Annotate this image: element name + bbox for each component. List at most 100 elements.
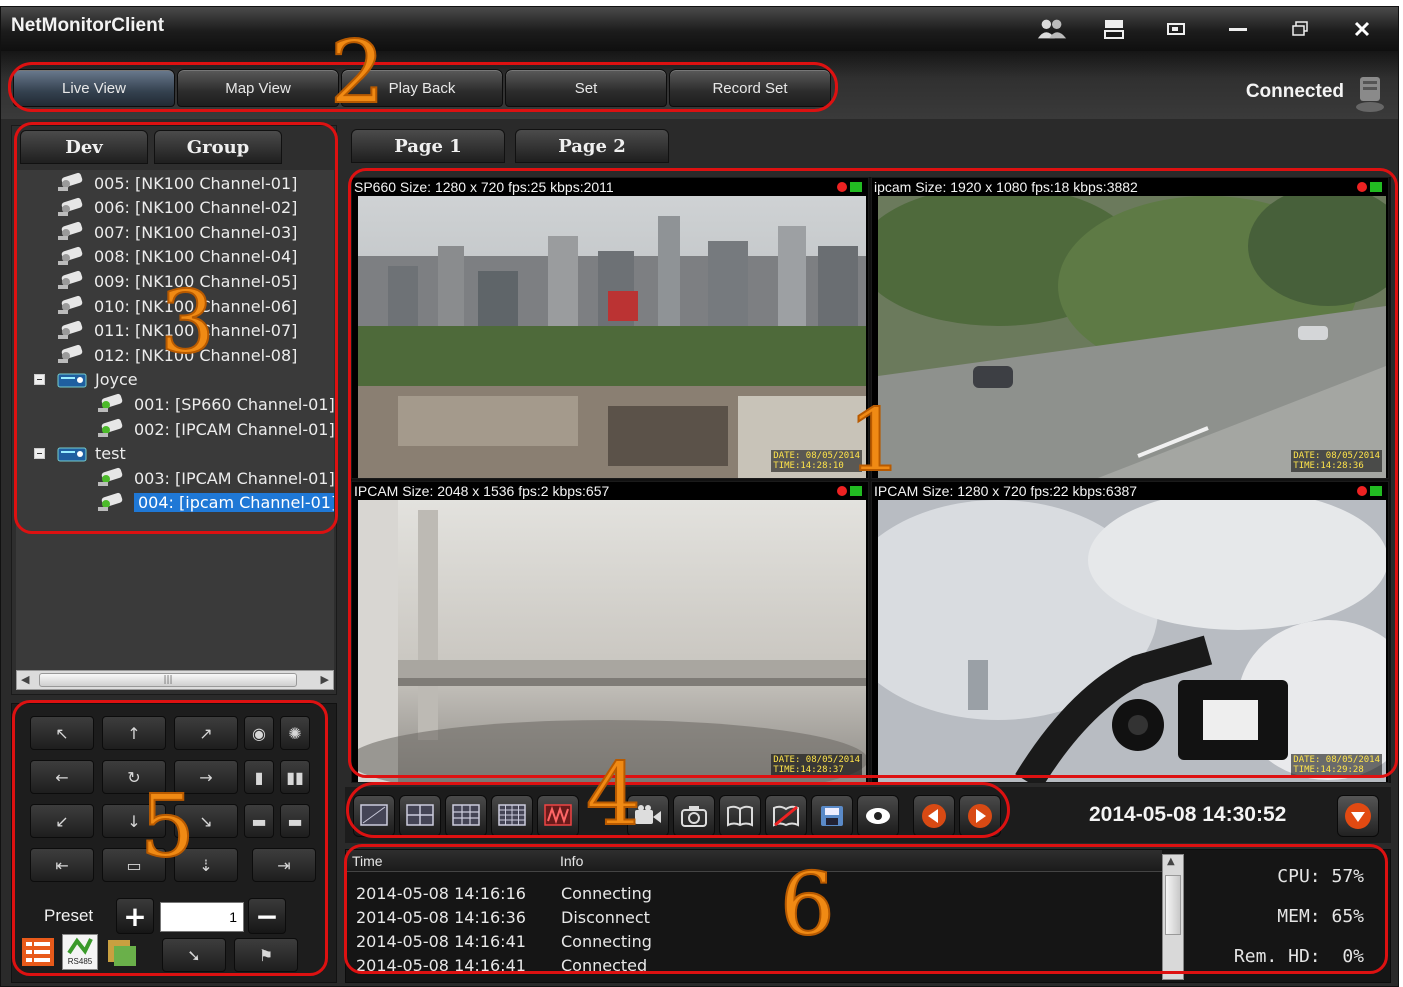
tree-group-joyce[interactable]: Joyce (34, 368, 138, 392)
tree-item-camera[interactable]: 002: [IPCAM Channel-01] (96, 417, 334, 441)
snapshot-icon[interactable] (673, 795, 715, 837)
log-scroll-thumb[interactable] (1165, 875, 1181, 935)
restore-small-icon[interactable] (1160, 17, 1192, 41)
pan-down-right-button[interactable]: ↘ (174, 804, 238, 838)
book-off-icon[interactable] (765, 795, 807, 837)
preset-set-button[interactable]: ▭ (102, 848, 166, 882)
record-icon[interactable] (627, 795, 669, 837)
next-icon[interactable] (959, 795, 1001, 837)
scroll-left-icon[interactable]: ◀ (21, 673, 29, 686)
ptz-config-icon[interactable] (104, 934, 140, 970)
tree-item-label: 005: [NK100 Channel-01] (94, 173, 298, 193)
tree-item-label: 006: [NK100 Channel-02] (94, 198, 298, 218)
preset-goto-button[interactable]: ⇤ (30, 848, 94, 882)
column-info[interactable]: Info (560, 853, 583, 869)
users-icon[interactable] (1036, 17, 1068, 41)
tab-set[interactable]: Set (505, 69, 667, 107)
pan-up-left-button[interactable]: ↖ (30, 716, 94, 750)
tree-horizontal-scrollbar[interactable]: ◀ ||| ▶ (16, 670, 334, 690)
tree-item-camera[interactable]: 001: [SP660 Channel-01] (96, 392, 334, 416)
track-button[interactable]: ⚑ (234, 938, 298, 972)
minimize-icon[interactable] (1222, 17, 1254, 41)
tab-play-back[interactable]: Play Back (341, 69, 503, 107)
layout-icon[interactable] (1098, 17, 1130, 41)
log-vertical-scrollbar[interactable]: ▲ (1162, 854, 1184, 980)
list-icon[interactable] (20, 934, 56, 970)
tab-group[interactable]: Group (154, 130, 282, 164)
tab-live-view[interactable]: Live View (13, 69, 175, 107)
eye-icon[interactable] (857, 795, 899, 837)
log-row[interactable]: 2014-05-08 14:16:36 Disconnect (356, 908, 650, 927)
camera-icon (98, 492, 123, 511)
pan-up-button[interactable]: ↑ (102, 716, 166, 750)
layout-16-icon[interactable] (491, 795, 533, 837)
collapse-icon[interactable] (34, 448, 45, 460)
sequence-icon[interactable] (537, 795, 579, 837)
scroll-up-icon[interactable]: ▲ (1167, 856, 1175, 867)
tab-map-view[interactable]: Map View (177, 69, 339, 107)
dropdown-menu-button[interactable] (1337, 795, 1379, 837)
focus-far-button[interactable]: ✺ (280, 716, 310, 750)
preset-increase-button[interactable]: + (116, 898, 154, 934)
scroll-thumb[interactable]: ||| (39, 673, 297, 687)
log-row[interactable]: 2014-05-08 14:16:41 Connected (356, 956, 647, 975)
tree-item-camera[interactable]: 009: [NK100 Channel-05] (56, 269, 297, 293)
maximize-icon[interactable] (1284, 17, 1316, 41)
log-row[interactable]: 2014-05-08 14:16:41 Connecting (356, 932, 652, 951)
tree-item-camera[interactable]: 004: [ipcam Channel-01] (96, 491, 334, 515)
log-info: Connecting (561, 932, 652, 951)
scroll-right-icon[interactable]: ▶ (321, 673, 329, 686)
video-tile-3[interactable]: IPCAM Size: 2048 x 1536 fps:2 kbps:657 D… (351, 481, 869, 783)
pan-down-left-button[interactable]: ↙ (30, 804, 94, 838)
rs485-icon[interactable]: RS485 (62, 934, 98, 970)
focus-near-button[interactable]: ◉ (244, 716, 274, 750)
tree-item-camera[interactable]: 007: [NK100 Channel-03] (56, 220, 297, 244)
tree-item-camera[interactable]: 003: [IPCAM Channel-01] (96, 466, 334, 490)
current-datetime: 2014-05-08 14:30:52 (1089, 803, 1287, 826)
preset-input[interactable]: 1 (160, 902, 244, 932)
auto-rotate-button[interactable]: ↻ (102, 760, 166, 794)
close-icon[interactable] (1346, 17, 1378, 41)
collapse-icon[interactable] (34, 374, 45, 386)
pan-right-button[interactable]: → (174, 760, 238, 794)
tree-item-camera[interactable]: 006: [NK100 Channel-02] (56, 196, 297, 220)
tree-item-camera[interactable]: 005: [NK100 Channel-01] (56, 171, 297, 195)
layout-1-icon[interactable] (353, 795, 395, 837)
iris-close-button[interactable]: ▬ (244, 804, 274, 838)
save-icon[interactable] (811, 795, 853, 837)
tree-item-label: 007: [NK100 Channel-03] (94, 222, 298, 242)
video-osd: DATE: 08/05/2014 TIME:14:29:28 (1291, 754, 1382, 776)
log-row[interactable]: 2014-05-08 14:16:16 Connecting (356, 884, 652, 903)
preset-clear-button[interactable]: ⇣ (174, 848, 238, 882)
event-log-panel: Time Info 2014-05-08 14:16:16 Connecting … (345, 849, 1391, 983)
iris-open-button[interactable]: ▬ (280, 804, 310, 838)
column-time[interactable]: Time (352, 853, 383, 869)
tab-page-2[interactable]: Page 2 (515, 129, 669, 163)
video-tile-1[interactable]: SP660 Size: 1280 x 720 fps:25 kbps:2011 (351, 177, 869, 479)
tree-item-camera[interactable]: 011: [NK100 Channel-07] (56, 319, 297, 343)
book-icon[interactable] (719, 795, 761, 837)
video-tile-4[interactable]: IPCAM Size: 1280 x 720 fps:22 kbps:6387 … (871, 481, 1389, 783)
prev-icon[interactable] (913, 795, 955, 837)
device-tree[interactable]: 005: [NK100 Channel-01] 006: [NK100 Chann… (16, 170, 334, 674)
pan-up-right-button[interactable]: ↗ (174, 716, 238, 750)
zoom-out-button[interactable]: ▮ (244, 760, 274, 794)
layout-9-icon[interactable] (445, 795, 487, 837)
layout-4-icon[interactable] (399, 795, 441, 837)
tree-item-camera[interactable]: 008: [NK100 Channel-04] (56, 245, 297, 269)
preset-decrease-button[interactable]: − (248, 898, 286, 934)
tab-record-set[interactable]: Record Set (669, 69, 831, 107)
tab-dev[interactable]: Dev (20, 130, 148, 164)
tree-group-test[interactable]: test (34, 442, 126, 466)
pan-left-button[interactable]: ← (30, 760, 94, 794)
tree-item-camera[interactable]: 012: [NK100 Channel-08] (56, 343, 297, 367)
log-info: Connected (561, 956, 648, 975)
cruise-button[interactable]: ➘ (162, 938, 226, 972)
camera-icon (58, 345, 83, 364)
video-tile-2[interactable]: ipcam Size: 1920 x 1080 fps:18 kbps:3882… (871, 177, 1389, 479)
zoom-in-button[interactable]: ▮▮ (280, 760, 310, 794)
pan-down-button[interactable]: ↓ (102, 804, 166, 838)
preset-call-button[interactable]: ⇥ (252, 848, 316, 882)
tree-item-camera[interactable]: 010: [NK100 Channel-06] (56, 294, 297, 318)
tab-page-1[interactable]: Page 1 (351, 129, 505, 163)
